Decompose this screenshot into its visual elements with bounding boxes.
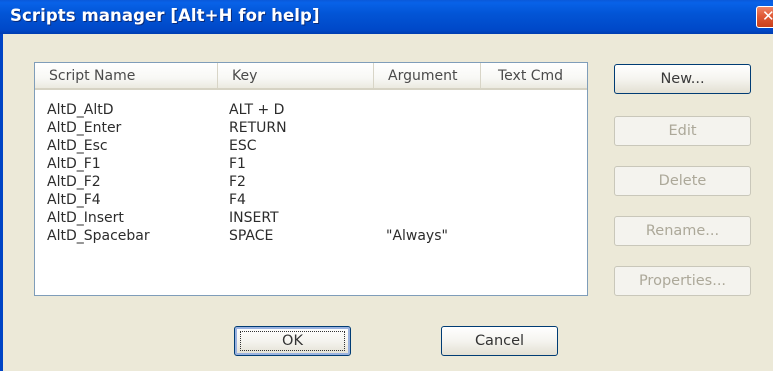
table-row[interactable]: AltD_F4 F4 [35, 191, 587, 209]
key-cell: F1 [229, 156, 246, 172]
column-header-text-cmd[interactable]: Text Cmd [481, 63, 587, 88]
key-cell: RETURN [229, 120, 287, 136]
script-name-cell: AltD_Insert [47, 210, 124, 226]
delete-button[interactable]: Delete [614, 166, 751, 196]
new-button[interactable]: New... [614, 64, 751, 94]
list-header: Script Name Key Argument Text Cmd [35, 63, 587, 90]
rename-button[interactable]: Rename... [614, 216, 751, 246]
table-row[interactable]: AltD_Enter RETURN [35, 119, 587, 137]
edit-button[interactable]: Edit [614, 116, 751, 146]
title-bar[interactable]: Scripts manager [Alt+H for help] ✕ [0, 0, 773, 34]
table-row[interactable]: AltD_AltD ALT + D [35, 101, 587, 119]
script-name-cell: AltD_F1 [47, 156, 101, 172]
properties-button[interactable]: Properties... [614, 266, 751, 296]
key-cell: F2 [229, 174, 246, 190]
key-cell: INSERT [229, 210, 279, 226]
column-header-script-name[interactable]: Script Name [35, 63, 218, 88]
window-title: Scripts manager [Alt+H for help] [10, 6, 320, 25]
script-name-cell: AltD_AltD [47, 102, 114, 118]
focus-rectangle [240, 331, 345, 351]
table-row[interactable]: AltD_F2 F2 [35, 173, 587, 191]
ok-button[interactable]: OK [234, 326, 351, 356]
table-row[interactable]: AltD_Esc ESC [35, 137, 587, 155]
script-name-cell: AltD_F2 [47, 174, 101, 190]
close-icon[interactable]: ✕ [756, 6, 773, 28]
script-name-cell: AltD_F4 [47, 192, 101, 208]
column-header-argument[interactable]: Argument [374, 63, 481, 88]
key-cell: SPACE [229, 228, 274, 244]
scripts-list[interactable]: Script Name Key Argument Text Cmd AltD_A… [34, 62, 588, 296]
script-name-cell: AltD_Enter [47, 120, 122, 136]
window-border [0, 34, 3, 371]
key-cell: ALT + D [229, 102, 285, 118]
table-row[interactable]: AltD_Insert INSERT [35, 209, 587, 227]
script-name-cell: AltD_Esc [47, 138, 108, 154]
script-name-cell: AltD_Spacebar [47, 228, 150, 244]
table-row[interactable]: AltD_Spacebar SPACE "Always" [35, 227, 587, 245]
cancel-button[interactable]: Cancel [441, 326, 558, 356]
key-cell: F4 [229, 192, 246, 208]
key-cell: ESC [229, 138, 257, 154]
column-header-key[interactable]: Key [218, 63, 374, 88]
table-row[interactable]: AltD_F1 F1 [35, 155, 587, 173]
argument-cell: "Always" [386, 228, 448, 244]
